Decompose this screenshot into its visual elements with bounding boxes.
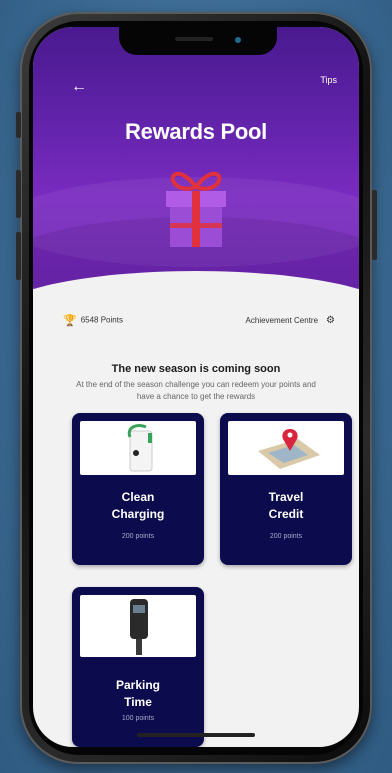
- volume-down-button: [16, 232, 21, 280]
- tips-link[interactable]: Tips: [320, 75, 337, 85]
- mute-switch: [16, 112, 21, 138]
- home-indicator[interactable]: [137, 733, 255, 737]
- arrow-left-icon[interactable]: ←: [71, 79, 87, 95]
- reward-points: 200 points: [269, 533, 303, 540]
- gear-icon: ⚙: [326, 315, 335, 326]
- points-value: 6548 Points: [80, 315, 123, 325]
- power-button: [372, 190, 377, 260]
- reward-image: [80, 595, 196, 657]
- season-description: At the end of the season challenge you c…: [76, 380, 316, 401]
- map-pin-icon: [258, 429, 320, 469]
- trophy-icon: 🏆: [63, 315, 77, 327]
- reward-points: 100 points: [121, 715, 155, 722]
- camera-icon: [235, 37, 241, 43]
- notch: [119, 27, 277, 55]
- reward-name: Travel Credit: [268, 490, 304, 521]
- season-title: The new season is coming soon: [111, 363, 281, 375]
- gift-icon: [166, 172, 226, 247]
- reward-image: [80, 421, 196, 475]
- page-title: Rewards Pool: [125, 119, 267, 144]
- parking-meter-icon: [130, 599, 148, 655]
- ev-charger-icon: [127, 423, 153, 472]
- speaker-grille: [175, 37, 213, 41]
- reward-card-travel-credit[interactable]: Travel Credit 200 points: [220, 413, 352, 565]
- volume-up-button: [16, 170, 21, 218]
- hero-header: ← Tips Rewards Pool: [33, 27, 359, 361]
- reward-points: 200 points: [121, 533, 155, 540]
- achievement-centre-link[interactable]: Achievement Centre ⚙: [246, 315, 335, 326]
- stats-bar: 🏆 6548 Points Achievement Centre ⚙: [63, 314, 335, 330]
- reward-card-parking-time[interactable]: Parking Time 100 points: [72, 587, 204, 747]
- reward-name: Parking Time: [115, 678, 160, 709]
- reward-image: [228, 421, 344, 475]
- points-display: 🏆 6548 Points: [63, 314, 123, 327]
- achievement-label: Achievement Centre: [245, 316, 319, 325]
- app-screen: ← Tips Rewards Pool 🏆 6548 Points Achieve…: [33, 27, 359, 747]
- reward-name: Clean Charging: [111, 490, 165, 521]
- reward-card-clean-charging[interactable]: Clean Charging 200 points: [72, 413, 204, 565]
